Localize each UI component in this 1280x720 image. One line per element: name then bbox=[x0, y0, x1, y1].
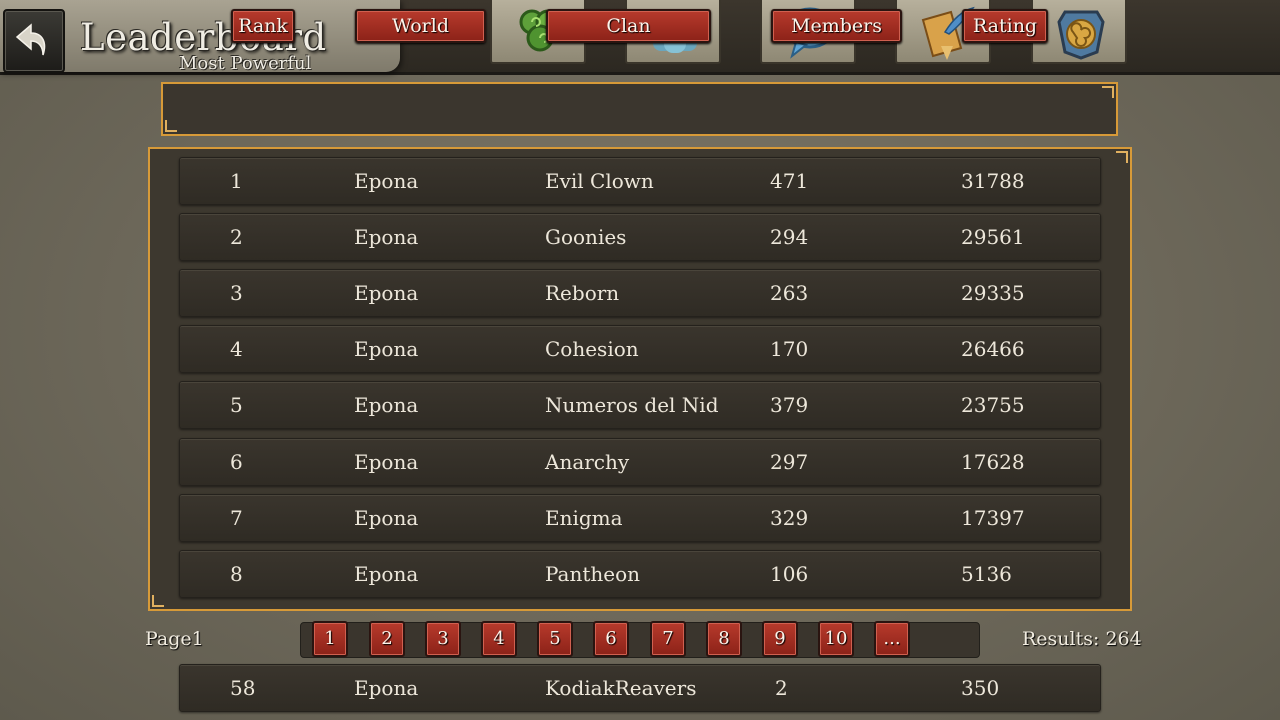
table-row[interactable]: 7 Epona Enigma 329 17397 bbox=[179, 494, 1101, 542]
members-cell: 471 bbox=[770, 169, 809, 193]
rating-cell: 350 bbox=[961, 676, 1000, 700]
members-cell: 379 bbox=[770, 393, 809, 417]
back-arrow-icon bbox=[15, 23, 46, 56]
members-cell: 170 bbox=[770, 337, 809, 361]
page-button-9[interactable]: 9 bbox=[762, 621, 798, 657]
world-cell: Epona bbox=[354, 676, 419, 700]
clan-cell: Reborn bbox=[545, 281, 620, 305]
members-cell: 329 bbox=[770, 506, 809, 530]
page-button-7[interactable]: 7 bbox=[650, 621, 686, 657]
members-cell: 263 bbox=[770, 281, 809, 305]
rank-cell: 3 bbox=[230, 281, 243, 305]
page-button-4[interactable]: 4 bbox=[481, 621, 517, 657]
table-row[interactable]: 4 Epona Cohesion 170 26466 bbox=[179, 325, 1101, 373]
clan-cell: Anarchy bbox=[545, 450, 630, 474]
clan-cell: Cohesion bbox=[545, 337, 639, 361]
clan-cell: Numeros del Nid bbox=[545, 393, 719, 417]
sort-rating-button[interactable]: Rating bbox=[962, 9, 1048, 43]
rank-cell: 58 bbox=[230, 676, 256, 700]
clan-cell: Pantheon bbox=[545, 562, 641, 586]
sort-rank-button[interactable]: Rank bbox=[231, 9, 295, 43]
shield-emblem-icon bbox=[1057, 10, 1105, 60]
clan-cell: Enigma bbox=[545, 506, 623, 530]
members-cell: 106 bbox=[770, 562, 809, 586]
corner-ornament bbox=[152, 595, 164, 607]
page-subtitle: Most Powerful bbox=[179, 53, 312, 74]
rating-cell: 23755 bbox=[961, 393, 1025, 417]
world-cell: Epona bbox=[354, 169, 419, 193]
page-button-6[interactable]: 6 bbox=[593, 621, 629, 657]
sort-members-button[interactable]: Members bbox=[771, 9, 902, 43]
corner-ornament bbox=[165, 120, 177, 132]
page-button-1[interactable]: 1 bbox=[312, 621, 348, 657]
page-button-2[interactable]: 2 bbox=[369, 621, 405, 657]
corner-ornament bbox=[1116, 151, 1128, 163]
rank-cell: 2 bbox=[230, 225, 243, 249]
back-button[interactable] bbox=[3, 9, 65, 73]
page-button-3[interactable]: 3 bbox=[425, 621, 461, 657]
world-cell: Epona bbox=[354, 562, 419, 586]
page-indicator: Page1 bbox=[145, 628, 204, 650]
table-row[interactable]: 6 Epona Anarchy 297 17628 bbox=[179, 438, 1101, 486]
title-plate: Leaderboard Most Powerful bbox=[0, 0, 400, 74]
results-count: Results: 264 bbox=[1022, 628, 1142, 650]
column-header-bar bbox=[161, 82, 1118, 136]
page-button-more[interactable]: ... bbox=[874, 621, 910, 657]
rank-cell: 4 bbox=[230, 337, 243, 361]
clan-cell: Goonies bbox=[545, 225, 627, 249]
rank-cell: 7 bbox=[230, 506, 243, 530]
table-row[interactable]: 5 Epona Numeros del Nid 379 23755 bbox=[179, 381, 1101, 429]
clan-cell: Evil Clown bbox=[545, 169, 654, 193]
rating-cell: 29335 bbox=[961, 281, 1025, 305]
sort-clan-button[interactable]: Clan bbox=[546, 9, 711, 43]
rank-cell: 1 bbox=[230, 169, 243, 193]
world-cell: Epona bbox=[354, 337, 419, 361]
table-row[interactable]: 2 Epona Goonies 294 29561 bbox=[179, 213, 1101, 261]
world-cell: Epona bbox=[354, 225, 419, 249]
world-cell: Epona bbox=[354, 450, 419, 474]
members-cell: 294 bbox=[770, 225, 809, 249]
world-cell: Epona bbox=[354, 393, 419, 417]
clan-cell: KodiakReavers bbox=[545, 676, 697, 700]
table-row[interactable]: 3 Epona Reborn 263 29335 bbox=[179, 269, 1101, 317]
world-cell: Epona bbox=[354, 281, 419, 305]
rating-cell: 29561 bbox=[961, 225, 1025, 249]
rating-cell: 31788 bbox=[961, 169, 1025, 193]
sort-world-button[interactable]: World bbox=[355, 9, 486, 43]
own-clan-row[interactable]: 58 Epona KodiakReavers 2 350 bbox=[179, 664, 1101, 712]
table-row[interactable]: 8 Epona Pantheon 106 5136 bbox=[179, 550, 1101, 598]
world-cell: Epona bbox=[354, 506, 419, 530]
page-button-10[interactable]: 10 bbox=[818, 621, 854, 657]
page-button-8[interactable]: 8 bbox=[706, 621, 742, 657]
rating-cell: 5136 bbox=[961, 562, 1012, 586]
members-cell: 2 bbox=[775, 676, 788, 700]
rank-cell: 6 bbox=[230, 450, 243, 474]
table-row[interactable]: 1 Epona Evil Clown 471 31788 bbox=[179, 157, 1101, 205]
rating-cell: 17397 bbox=[961, 506, 1025, 530]
rank-cell: 8 bbox=[230, 562, 243, 586]
rating-cell: 26466 bbox=[961, 337, 1025, 361]
page-button-5[interactable]: 5 bbox=[537, 621, 573, 657]
corner-ornament bbox=[1102, 86, 1114, 98]
rating-cell: 17628 bbox=[961, 450, 1025, 474]
members-cell: 297 bbox=[770, 450, 809, 474]
rank-cell: 5 bbox=[230, 393, 243, 417]
